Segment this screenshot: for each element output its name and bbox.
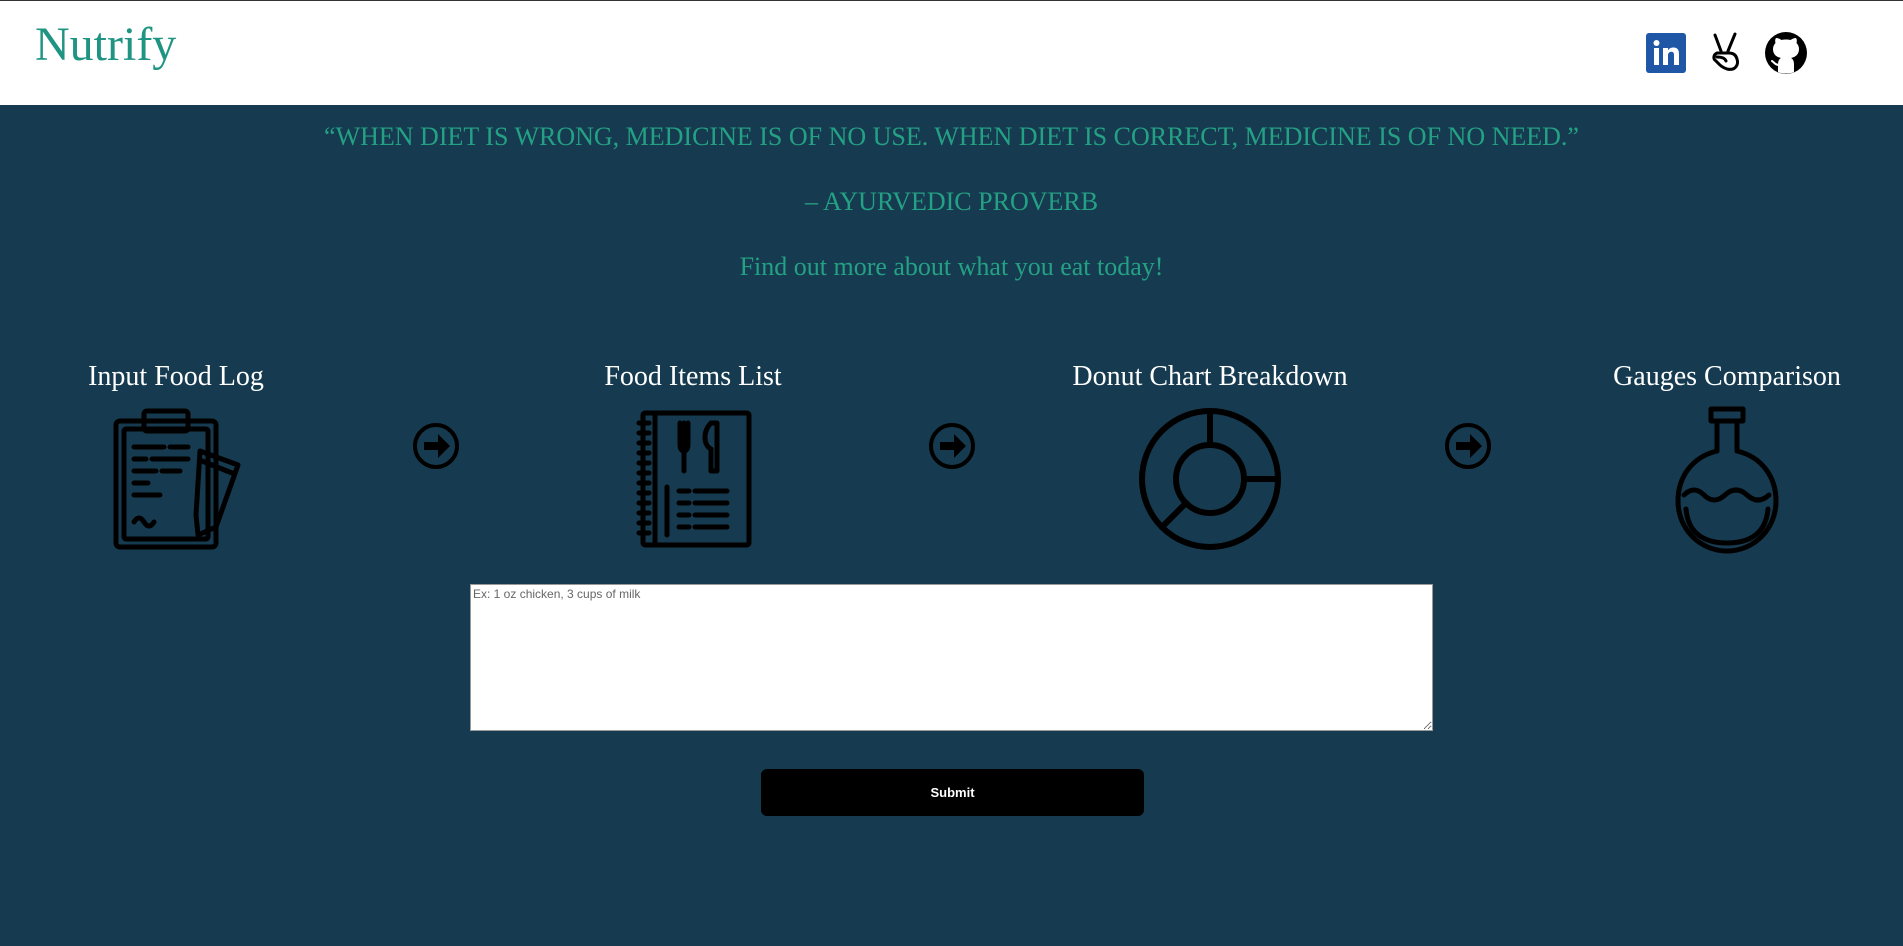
angellist-icon[interactable] xyxy=(1703,31,1747,75)
arrow-right-icon xyxy=(929,423,975,469)
linkedin-icon[interactable] xyxy=(1644,31,1688,75)
flask-icon xyxy=(1675,406,1779,554)
github-icon[interactable] xyxy=(1764,31,1808,75)
tagline: Find out more about what you eat today! xyxy=(739,252,1164,281)
arrow-right-icon xyxy=(413,423,459,469)
submit-button[interactable]: Submit xyxy=(761,769,1144,816)
donut-chart-icon xyxy=(1139,408,1281,550)
app-logo[interactable]: Nutrify xyxy=(35,15,176,75)
arrow-right-icon xyxy=(1445,423,1491,469)
step-title-food-items-list: Food Items List xyxy=(604,361,782,392)
food-log-input[interactable] xyxy=(470,584,1433,731)
main-section: “WHEN DIET IS WRONG, MEDICINE IS OF NO U… xyxy=(0,105,1903,946)
header: Nutrify xyxy=(0,0,1903,105)
step-title-donut-chart-breakdown: Donut Chart Breakdown xyxy=(1072,361,1348,392)
quote-attribution: – AYURVEDIC PROVERB xyxy=(804,187,1099,216)
quote-text: “WHEN DIET IS WRONG, MEDICINE IS OF NO U… xyxy=(324,122,1579,151)
menu-book-icon xyxy=(636,410,752,548)
step-title-gauges-comparison: Gauges Comparison xyxy=(1613,361,1841,392)
step-title-input-food-log: Input Food Log xyxy=(88,361,264,392)
clipboard-icon xyxy=(113,408,241,550)
